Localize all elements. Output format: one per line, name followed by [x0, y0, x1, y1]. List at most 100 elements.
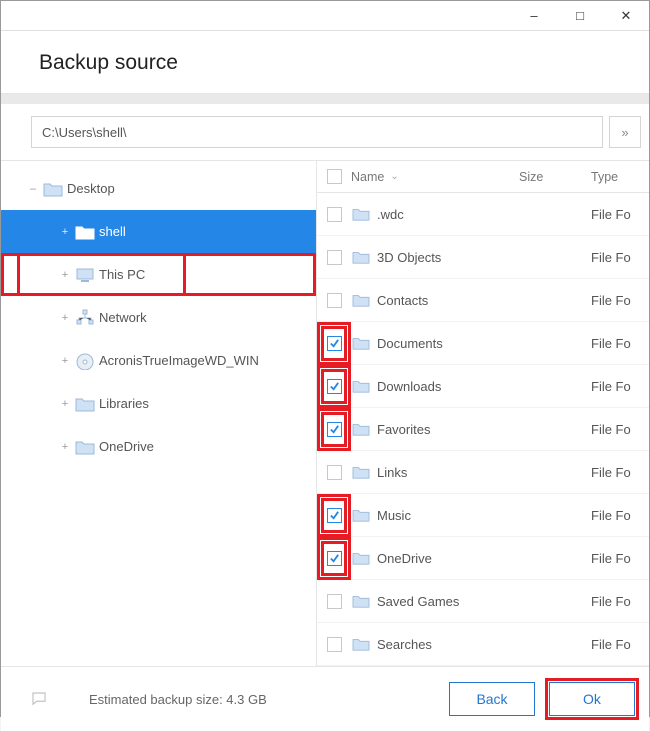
header-type[interactable]: Type	[591, 170, 649, 184]
folder-icon	[351, 378, 371, 394]
tree-item-label: OneDrive	[99, 439, 316, 454]
toolbar-strip	[1, 94, 649, 104]
header-size[interactable]: Size	[519, 170, 591, 184]
close-button[interactable]: ✕	[603, 1, 649, 31]
tree-item[interactable]: +This PC	[1, 253, 316, 296]
list-row[interactable]: MusicFile Fo	[317, 494, 649, 537]
row-name-cell: 3D Objects	[351, 249, 519, 265]
network-icon	[71, 309, 99, 327]
select-all-checkbox[interactable]	[327, 169, 342, 184]
back-button[interactable]: Back	[449, 682, 535, 716]
row-name-label: Saved Games	[377, 594, 459, 609]
row-checkbox-cell[interactable]	[317, 537, 351, 580]
minimize-button[interactable]: –	[511, 1, 557, 31]
row-checkbox[interactable]	[327, 379, 342, 394]
list-row[interactable]: DocumentsFile Fo	[317, 322, 649, 365]
row-checkbox[interactable]	[327, 293, 342, 308]
list-row[interactable]: LinksFile Fo	[317, 451, 649, 494]
row-checkbox-cell[interactable]	[317, 451, 351, 494]
tree-expander[interactable]: +	[57, 441, 71, 453]
list-row[interactable]: Searches File Fo	[317, 623, 649, 666]
tree-item[interactable]: +shell	[1, 210, 316, 253]
list-row[interactable]: FavoritesFile Fo	[317, 408, 649, 451]
footer: Estimated backup size: 4.3 GB Back Ok	[1, 667, 649, 731]
row-checkbox-cell[interactable]	[317, 279, 351, 322]
pc-icon	[71, 266, 99, 284]
path-input[interactable]	[31, 116, 603, 148]
ok-button[interactable]: Ok	[549, 682, 635, 716]
row-name-label: .wdc	[377, 207, 404, 222]
row-checkbox[interactable]	[327, 551, 342, 566]
header-name-label: Name	[351, 170, 384, 184]
sort-caret-icon: ⌄	[390, 171, 398, 182]
tree-item-label: Libraries	[99, 396, 316, 411]
list-row[interactable]: .wdcFile Fo	[317, 193, 649, 236]
row-checkbox[interactable]	[327, 508, 342, 523]
row-checkbox-cell[interactable]	[317, 623, 351, 666]
tree-expander[interactable]: +	[57, 226, 71, 238]
list-row[interactable]: Saved Games File Fo	[317, 580, 649, 623]
tree-expander[interactable]: +	[57, 355, 71, 367]
row-checkbox[interactable]	[327, 465, 342, 480]
row-checkbox[interactable]	[327, 336, 342, 351]
chat-icon[interactable]	[29, 690, 51, 708]
row-checkbox[interactable]	[327, 594, 342, 609]
titlebar: – □ ✕	[1, 1, 649, 31]
row-name-cell: Music	[351, 507, 519, 523]
row-name-label: Music	[377, 508, 411, 523]
row-name-cell: Contacts	[351, 292, 519, 308]
row-name-cell: Saved Games	[351, 593, 519, 609]
row-checkbox-cell[interactable]	[317, 365, 351, 408]
header-checkbox-cell[interactable]	[317, 169, 351, 184]
list-row[interactable]: OneDriveFile Fo	[317, 537, 649, 580]
folder-icon	[351, 507, 371, 523]
row-checkbox[interactable]	[327, 637, 342, 652]
row-checkbox-cell[interactable]	[317, 322, 351, 365]
tree-item[interactable]: +AcronisTrueImageWD_WIN	[1, 339, 316, 382]
tree-item[interactable]: + Libraries	[1, 382, 316, 425]
row-type-cell: File Fo	[591, 594, 649, 609]
row-name-label: OneDrive	[377, 551, 432, 566]
tree-item-label: Desktop	[67, 181, 316, 196]
tree-item[interactable]: – Desktop	[1, 167, 316, 210]
folder-icon	[351, 421, 371, 437]
row-name-label: Favorites	[377, 422, 430, 437]
folder-icon	[351, 593, 371, 609]
row-name-label: 3D Objects	[377, 250, 441, 265]
tree-item[interactable]: + OneDrive	[1, 425, 316, 468]
folder-icon	[351, 550, 371, 566]
folder-open-icon	[71, 223, 99, 241]
row-checkbox[interactable]	[327, 250, 342, 265]
path-go-button[interactable]: »	[609, 116, 641, 148]
row-checkbox-cell[interactable]	[317, 494, 351, 537]
tree-expander[interactable]: +	[57, 312, 71, 324]
tree-expander[interactable]: +	[57, 269, 71, 281]
row-name-label: Searches	[377, 637, 432, 652]
row-checkbox[interactable]	[327, 207, 342, 222]
maximize-button[interactable]: □	[557, 1, 603, 31]
row-checkbox-cell[interactable]	[317, 580, 351, 623]
row-name-cell: .wdc	[351, 206, 519, 222]
row-name-cell: Downloads	[351, 378, 519, 394]
disc-icon	[71, 352, 99, 370]
list-row[interactable]: 3D ObjectsFile Fo	[317, 236, 649, 279]
tree-expander[interactable]: –	[25, 183, 39, 195]
folder-icon	[351, 249, 371, 265]
row-checkbox-cell[interactable]	[317, 236, 351, 279]
tree-item[interactable]: +Network	[1, 296, 316, 339]
row-checkbox-cell[interactable]	[317, 408, 351, 451]
list-row[interactable]: ContactsFile Fo	[317, 279, 649, 322]
folder-tree: – Desktop +shell+This PC+Network+AcronisTr…	[1, 161, 317, 666]
list-row[interactable]: Downloads File Fo	[317, 365, 649, 408]
row-name-cell: Favorites	[351, 421, 519, 437]
tree-expander[interactable]: +	[57, 398, 71, 410]
folder-icon	[351, 464, 371, 480]
row-name-cell: Links	[351, 464, 519, 480]
row-type-cell: File Fo	[591, 379, 649, 394]
folder-icon	[39, 180, 67, 198]
row-checkbox-cell[interactable]	[317, 193, 351, 236]
header-name[interactable]: Name ⌄	[351, 170, 519, 184]
row-checkbox[interactable]	[327, 422, 342, 437]
row-type-cell: File Fo	[591, 637, 649, 652]
row-name-label: Documents	[377, 336, 443, 351]
